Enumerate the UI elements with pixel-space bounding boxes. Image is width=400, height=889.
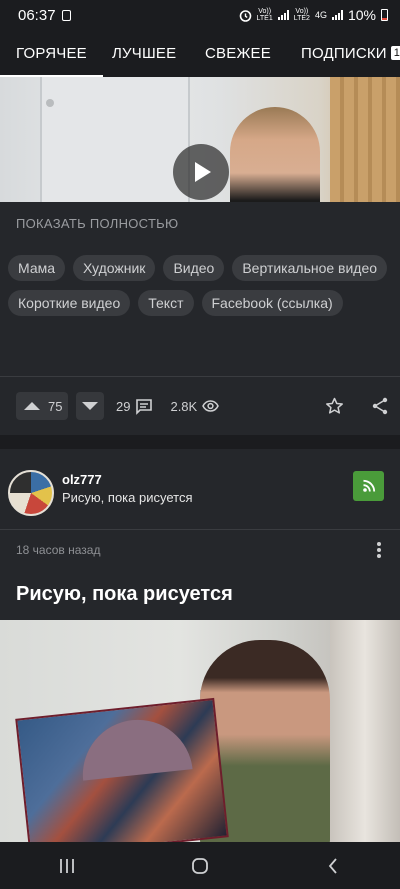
tag[interactable]: Мама bbox=[8, 255, 66, 281]
views-counter: 2.8K bbox=[170, 398, 220, 414]
post-separator bbox=[0, 435, 400, 449]
back-button[interactable] bbox=[303, 846, 363, 886]
image-curtain bbox=[330, 620, 400, 842]
notification-icon bbox=[61, 9, 71, 21]
battery-icon bbox=[381, 9, 388, 21]
post-image[interactable] bbox=[0, 620, 400, 842]
tag[interactable]: Художник bbox=[73, 255, 156, 281]
tab-hot[interactable]: ГОРЯЧЕЕ bbox=[0, 30, 103, 77]
comment-icon bbox=[136, 398, 153, 415]
play-icon[interactable] bbox=[173, 144, 229, 200]
star-icon[interactable] bbox=[325, 397, 344, 415]
sim1-label: Vo)) LTE1 bbox=[256, 8, 273, 22]
feed-tabs: ГОРЯЧЕЕ ЛУЧШЕЕ СВЕЖЕЕ ПОДПИСКИ 1 bbox=[0, 30, 400, 77]
post-time: 18 часов назад bbox=[16, 543, 101, 557]
signal2-icon bbox=[331, 10, 343, 20]
subscriptions-badge: 1 bbox=[390, 46, 400, 60]
video-wood-panel bbox=[330, 77, 400, 202]
battery-percent: 10% bbox=[347, 7, 376, 23]
post-title[interactable]: Рисую, пока рисуется bbox=[16, 583, 233, 606]
network-type: 4G bbox=[314, 9, 327, 20]
video-door bbox=[40, 77, 190, 202]
alarm-icon bbox=[239, 9, 251, 22]
rss-icon bbox=[362, 479, 375, 492]
eye-icon bbox=[202, 400, 220, 412]
tag[interactable]: Текст bbox=[138, 290, 194, 316]
home-button[interactable] bbox=[170, 846, 230, 886]
tag[interactable]: Короткие видео bbox=[8, 290, 131, 316]
back-icon bbox=[329, 857, 337, 874]
divider bbox=[0, 529, 400, 530]
tag[interactable]: Видео bbox=[163, 255, 225, 281]
username[interactable]: olz777 bbox=[62, 472, 102, 487]
tab-fresh[interactable]: СВЕЖЕЕ bbox=[205, 30, 271, 77]
subscribe-button[interactable] bbox=[353, 471, 384, 501]
tab-best-label: ЛУЧШЕЕ bbox=[112, 45, 177, 62]
downvote-button[interactable] bbox=[76, 392, 104, 420]
more-vertical-icon[interactable] bbox=[372, 540, 386, 560]
tab-best[interactable]: ЛУЧШЕЕ bbox=[112, 30, 176, 77]
system-nav-bar bbox=[0, 842, 400, 889]
views-count: 2.8K bbox=[170, 398, 198, 414]
rating-value: 75 bbox=[48, 398, 63, 414]
video-person bbox=[230, 107, 320, 202]
video-player[interactable] bbox=[0, 77, 400, 202]
comments-count: 29 bbox=[116, 398, 131, 414]
avatar[interactable] bbox=[8, 470, 54, 516]
upvote-button[interactable]: 75 bbox=[16, 392, 68, 420]
status-indicators: Vo)) LTE1 Vo)) LTE2 4G 10% bbox=[239, 7, 388, 23]
signal1-icon bbox=[277, 10, 289, 20]
tag-list: Мама Художник Видео Вертикальное видео К… bbox=[8, 255, 392, 316]
video-door-handle bbox=[46, 99, 54, 107]
share-icon[interactable] bbox=[372, 397, 388, 415]
post-side-actions bbox=[325, 397, 388, 415]
recent-apps-icon bbox=[59, 858, 74, 873]
comments-button[interactable]: 29 bbox=[116, 398, 153, 415]
tag[interactable]: Facebook (ссылка) bbox=[201, 290, 343, 316]
sim2-label: Vo)) LTE2 bbox=[293, 8, 310, 22]
tag[interactable]: Вертикальное видео bbox=[232, 255, 388, 281]
post-actions: 75 29 2.8K bbox=[16, 390, 388, 422]
show-full-link[interactable]: ПОКАЗАТЬ ПОЛНОСТЬЮ bbox=[16, 216, 178, 231]
status-time: 06:37 bbox=[18, 6, 56, 24]
status-bar: 06:37 Vo)) LTE1 Vo)) LTE2 4G 10% bbox=[0, 0, 400, 30]
arrow-up-icon bbox=[24, 402, 40, 410]
tab-subscriptions-label: ПОДПИСКИ bbox=[301, 45, 387, 62]
tab-fresh-label: СВЕЖЕЕ bbox=[205, 45, 271, 62]
user-subtitle: Рисую, пока рисуется bbox=[62, 490, 193, 505]
tab-hot-label: ГОРЯЧЕЕ bbox=[16, 45, 87, 62]
arrow-down-icon bbox=[82, 402, 98, 410]
recent-apps-button[interactable] bbox=[37, 846, 97, 886]
divider bbox=[0, 376, 400, 377]
tab-subscriptions[interactable]: ПОДПИСКИ 1 bbox=[301, 30, 400, 77]
home-icon bbox=[192, 857, 208, 874]
